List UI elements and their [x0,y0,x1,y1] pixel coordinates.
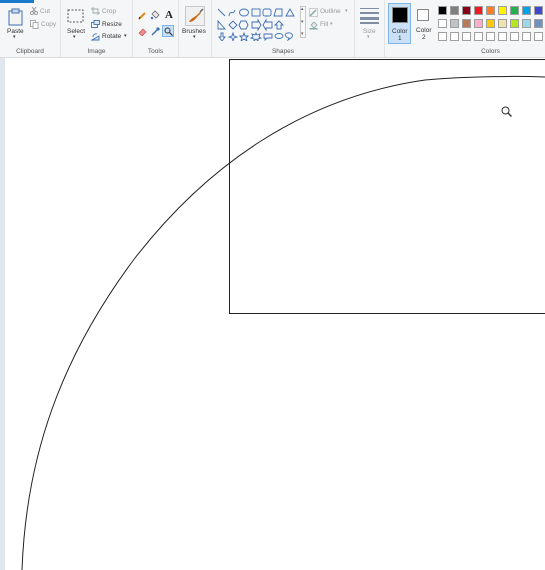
chevron-down-icon[interactable]: ▾ [301,19,304,25]
colors-group-label: Colors [481,48,500,55]
color-swatch[interactable] [510,32,519,41]
paste-icon[interactable] [8,8,24,26]
color-swatch[interactable] [462,19,471,28]
fill-bucket-icon[interactable] [150,10,160,20]
shapes-gallery-icon[interactable] [216,7,302,41]
color1-swatch [392,7,408,23]
ribbon: Paste ▾ Cut Copy Clipboard Select ▾ Crop… [0,0,545,58]
chevron-up-icon[interactable]: ▴ [301,6,304,12]
colors-group: Colors [436,0,545,57]
color-swatch[interactable] [438,19,447,28]
color-swatch[interactable] [450,32,459,41]
color2-swatch [417,9,429,21]
color-swatch[interactable] [462,6,471,15]
magnifier-cursor-icon [501,106,512,117]
color-swatch[interactable] [486,32,495,41]
color-swatch[interactable] [438,32,447,41]
shapes-group-label: Shapes [271,48,295,55]
clipboard-group: Paste ▾ Cut Copy Clipboard [0,0,61,57]
chevron-down-icon[interactable]: ▾ [367,34,370,40]
rotate-icon[interactable] [91,33,100,41]
color-swatch[interactable] [498,19,507,28]
color-swatch[interactable] [462,32,471,41]
size-icon[interactable] [360,7,379,24]
color-swatch[interactable] [486,19,495,28]
chevron-down-icon[interactable]: ▾ [345,8,348,14]
color2-number: 2 [422,34,426,41]
color-swatch[interactable] [474,6,483,15]
color-swatch[interactable] [522,32,531,41]
brush-icon[interactable] [185,6,205,26]
outline-button[interactable]: Outline [320,8,341,15]
color-swatch[interactable] [498,6,507,15]
color-swatch[interactable] [534,32,543,41]
cut-button[interactable]: Cut [40,8,50,15]
resize-button[interactable]: Resize [102,21,122,28]
color-swatch[interactable] [534,19,543,28]
color1-label: Color [392,28,408,35]
color-swatch[interactable] [486,6,495,15]
color-swatch[interactable] [522,6,531,15]
drawn-arc [21,75,545,570]
canvas-drawing [21,59,545,570]
crop-button[interactable]: Crop [102,8,116,15]
drawn-rectangle [229,59,545,314]
fill-icon[interactable] [309,21,318,30]
color-swatch[interactable] [438,6,447,15]
pencil-icon[interactable] [138,11,147,20]
chevron-down-icon[interactable]: ▾ [193,34,196,40]
shapes-group: ▴ ▾ ▾ Outline ▾ Fill ▾ Shapes [212,0,355,57]
cut-icon[interactable] [30,7,38,15]
fill-button[interactable]: Fill [320,21,328,28]
copy-button[interactable]: Copy [41,21,56,28]
color-swatch[interactable] [474,32,483,41]
select-icon[interactable] [67,9,84,23]
magnifier-button[interactable] [162,25,174,37]
color-swatch[interactable] [450,19,459,28]
crop-icon[interactable] [91,7,100,15]
color-swatch[interactable] [498,32,507,41]
brushes-group: Brushes ▾ [179,0,212,57]
shapes-scrollbar[interactable]: ▴ ▾ ▾ [300,6,306,38]
color2-button[interactable]: Color 2 [413,3,435,44]
image-group-label: Image [87,48,106,55]
rotate-button[interactable]: Rotate [102,33,121,40]
color1-button[interactable]: Color 1 [388,3,411,44]
magnifier-icon [164,27,173,36]
canvas-left-margin [0,58,5,570]
image-group: Select ▾ Crop Resize Rotate ▾ Image [61,0,133,57]
color-palette [438,6,545,44]
color1-number: 1 [398,35,402,42]
color-picker-icon[interactable] [151,27,160,36]
color-swatch[interactable] [522,19,531,28]
color-swatch[interactable] [534,6,543,15]
tools-group-label: Tools [147,48,164,55]
copy-icon[interactable] [30,20,39,29]
chevron-down-icon[interactable]: ▾ [124,33,127,39]
resize-icon[interactable] [91,20,100,28]
color-swatch[interactable] [510,6,519,15]
drawing-canvas[interactable] [0,58,545,570]
color-swatch[interactable] [510,19,519,28]
clipboard-group-label: Clipboard [16,48,44,55]
color-swatch[interactable] [474,19,483,28]
text-tool-icon[interactable]: A [165,9,173,21]
chevron-down-icon[interactable]: ▾ [13,34,16,40]
size-group: Size ▾ [355,0,385,57]
chevron-down-icon[interactable]: ▾ [73,34,76,40]
tools-group: A Tools [133,0,179,57]
chevron-down-icon[interactable]: ▾ [330,21,333,27]
outline-icon[interactable] [309,8,318,17]
eraser-icon[interactable] [138,28,147,36]
color-swatch[interactable] [450,6,459,15]
color2-label: Color [416,27,432,34]
select-button[interactable]: Select [67,28,85,35]
expand-icon[interactable]: ▾ [301,31,304,37]
